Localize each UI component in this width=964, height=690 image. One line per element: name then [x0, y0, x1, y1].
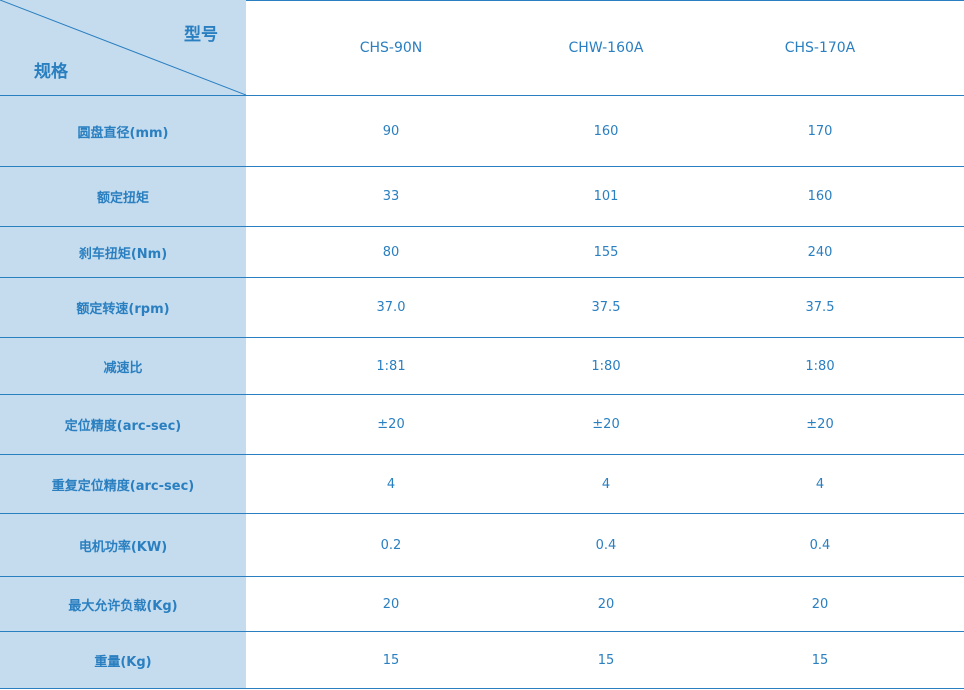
table-row: 重复定位精度(arc-sec) 4 4 4: [0, 454, 964, 513]
row-label: 电机功率(KW): [0, 514, 246, 576]
row-value: 90: [382, 123, 400, 139]
table-row: 刹车扭矩(Nm) 80 155 240: [0, 226, 964, 277]
row-value: 4: [815, 476, 825, 492]
row-value: 15: [811, 652, 829, 668]
row-label: 最大允许负载(Kg): [0, 577, 246, 631]
row-value: 37.5: [805, 300, 835, 315]
row-value: 4: [386, 476, 396, 492]
row-value: 160: [807, 189, 833, 204]
row-value: ±20: [806, 417, 834, 432]
row-label: 圆盘直径(mm): [0, 96, 246, 166]
row-value: 37.5: [591, 300, 621, 315]
row-label: 重量(Kg): [0, 632, 246, 688]
header-corner-cell: 型号 规格: [0, 0, 246, 95]
row-value: 20: [382, 596, 400, 612]
table-row: 圆盘直径(mm) 90 160 170: [0, 95, 964, 166]
row-value: 0.4: [595, 537, 617, 553]
row-value: 155: [593, 244, 619, 260]
row-value: ±20: [377, 417, 405, 432]
row-value: 15: [597, 652, 615, 668]
row-value: 0.2: [380, 537, 402, 553]
model-header-3: CHS-170A: [784, 39, 856, 56]
row-label: 刹车扭矩(Nm): [0, 227, 246, 277]
row-value: 4: [601, 476, 611, 492]
table-row: 重量(Kg) 15 15 15: [0, 631, 964, 689]
row-value: ±20: [592, 417, 620, 432]
row-value: 1:81: [376, 358, 406, 374]
row-value: 1:80: [591, 358, 621, 374]
row-label: 额定转速(rpm): [0, 278, 246, 337]
row-value: 20: [597, 596, 615, 612]
table-row: 最大允许负载(Kg) 20 20 20: [0, 576, 964, 631]
spec-table: 型号 规格 CHS-90N CHW-160A CHS-170A 圆盘直径(mm)…: [0, 0, 964, 690]
row-value: 101: [593, 189, 619, 204]
model-label: 型号: [184, 25, 218, 45]
row-value: 0.4: [809, 537, 831, 553]
row-value: 20: [811, 596, 829, 612]
table-row: 额定扭矩 33 101 160: [0, 166, 964, 226]
table-row: 额定转速(rpm) 37.0 37.5 37.5: [0, 277, 964, 337]
model-header-1: CHS-90N: [359, 39, 423, 56]
table-row: 定位精度(arc-sec) ±20 ±20 ±20: [0, 394, 964, 454]
row-value: 33: [382, 189, 400, 204]
table-row: 减速比 1:81 1:80 1:80: [0, 337, 964, 394]
row-value: 15: [382, 652, 400, 668]
row-value: 240: [807, 244, 833, 260]
row-value: 37.0: [376, 300, 406, 315]
row-value: 80: [382, 244, 400, 260]
row-label: 减速比: [0, 338, 246, 394]
row-value: 160: [593, 123, 619, 139]
table-row: 电机功率(KW) 0.2 0.4 0.4: [0, 513, 964, 576]
row-label: 定位精度(arc-sec): [0, 395, 246, 454]
row-value: 170: [807, 123, 833, 139]
spec-label: 规格: [34, 62, 68, 82]
row-label: 重复定位精度(arc-sec): [0, 455, 246, 513]
row-value: 1:80: [805, 358, 835, 374]
model-header-2: CHW-160A: [568, 39, 644, 56]
row-label: 额定扭矩: [0, 167, 246, 226]
